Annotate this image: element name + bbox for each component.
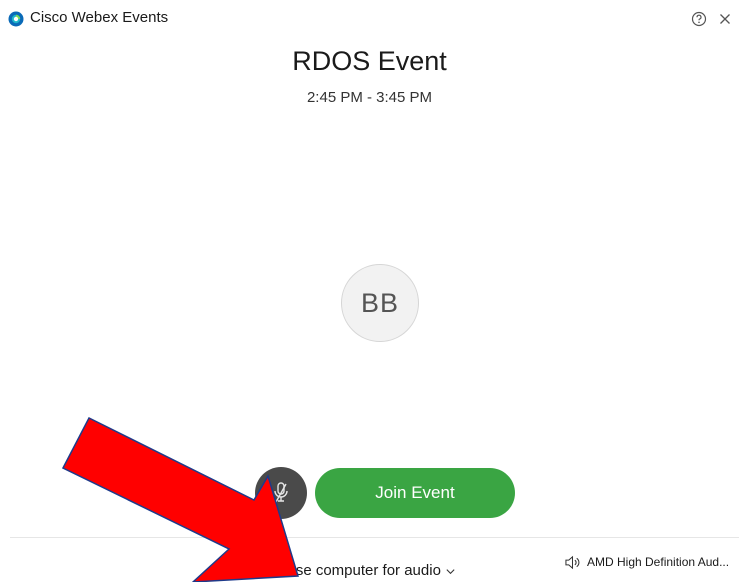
- title-bar: Cisco Webex Events: [0, 0, 739, 38]
- speaker-icon: [565, 556, 580, 570]
- audio-connection-dropdown[interactable]: Use computer for audio: [268, 562, 456, 582]
- webex-logo-icon: [8, 11, 24, 27]
- event-title: RDOS Event: [292, 46, 447, 76]
- divider: [10, 537, 739, 538]
- microphone-muted-icon: [274, 482, 288, 503]
- event-time: 2:45 PM - 3:45 PM: [306, 89, 433, 106]
- link-icon: [269, 566, 280, 577]
- avatar: BB: [341, 264, 419, 342]
- speaker-selector[interactable]: AMD High Definition Aud...: [564, 555, 729, 570]
- question-circle-icon: [691, 11, 707, 27]
- close-icon: [720, 14, 730, 24]
- chevron-down-icon: [446, 568, 455, 574]
- join-event-button[interactable]: Join Event: [315, 468, 515, 518]
- app-title: Cisco Webex Events: [30, 9, 169, 26]
- webex-join-window: Cisco Webex Events RDOS Event 2:45 PM - …: [0, 0, 739, 582]
- close-button[interactable]: [716, 10, 734, 28]
- mute-button[interactable]: [255, 467, 307, 519]
- help-button[interactable]: [690, 10, 708, 28]
- audio-connection-label: Use computer for audio: [285, 562, 441, 579]
- speaker-label: AMD High Definition Aud...: [587, 555, 730, 569]
